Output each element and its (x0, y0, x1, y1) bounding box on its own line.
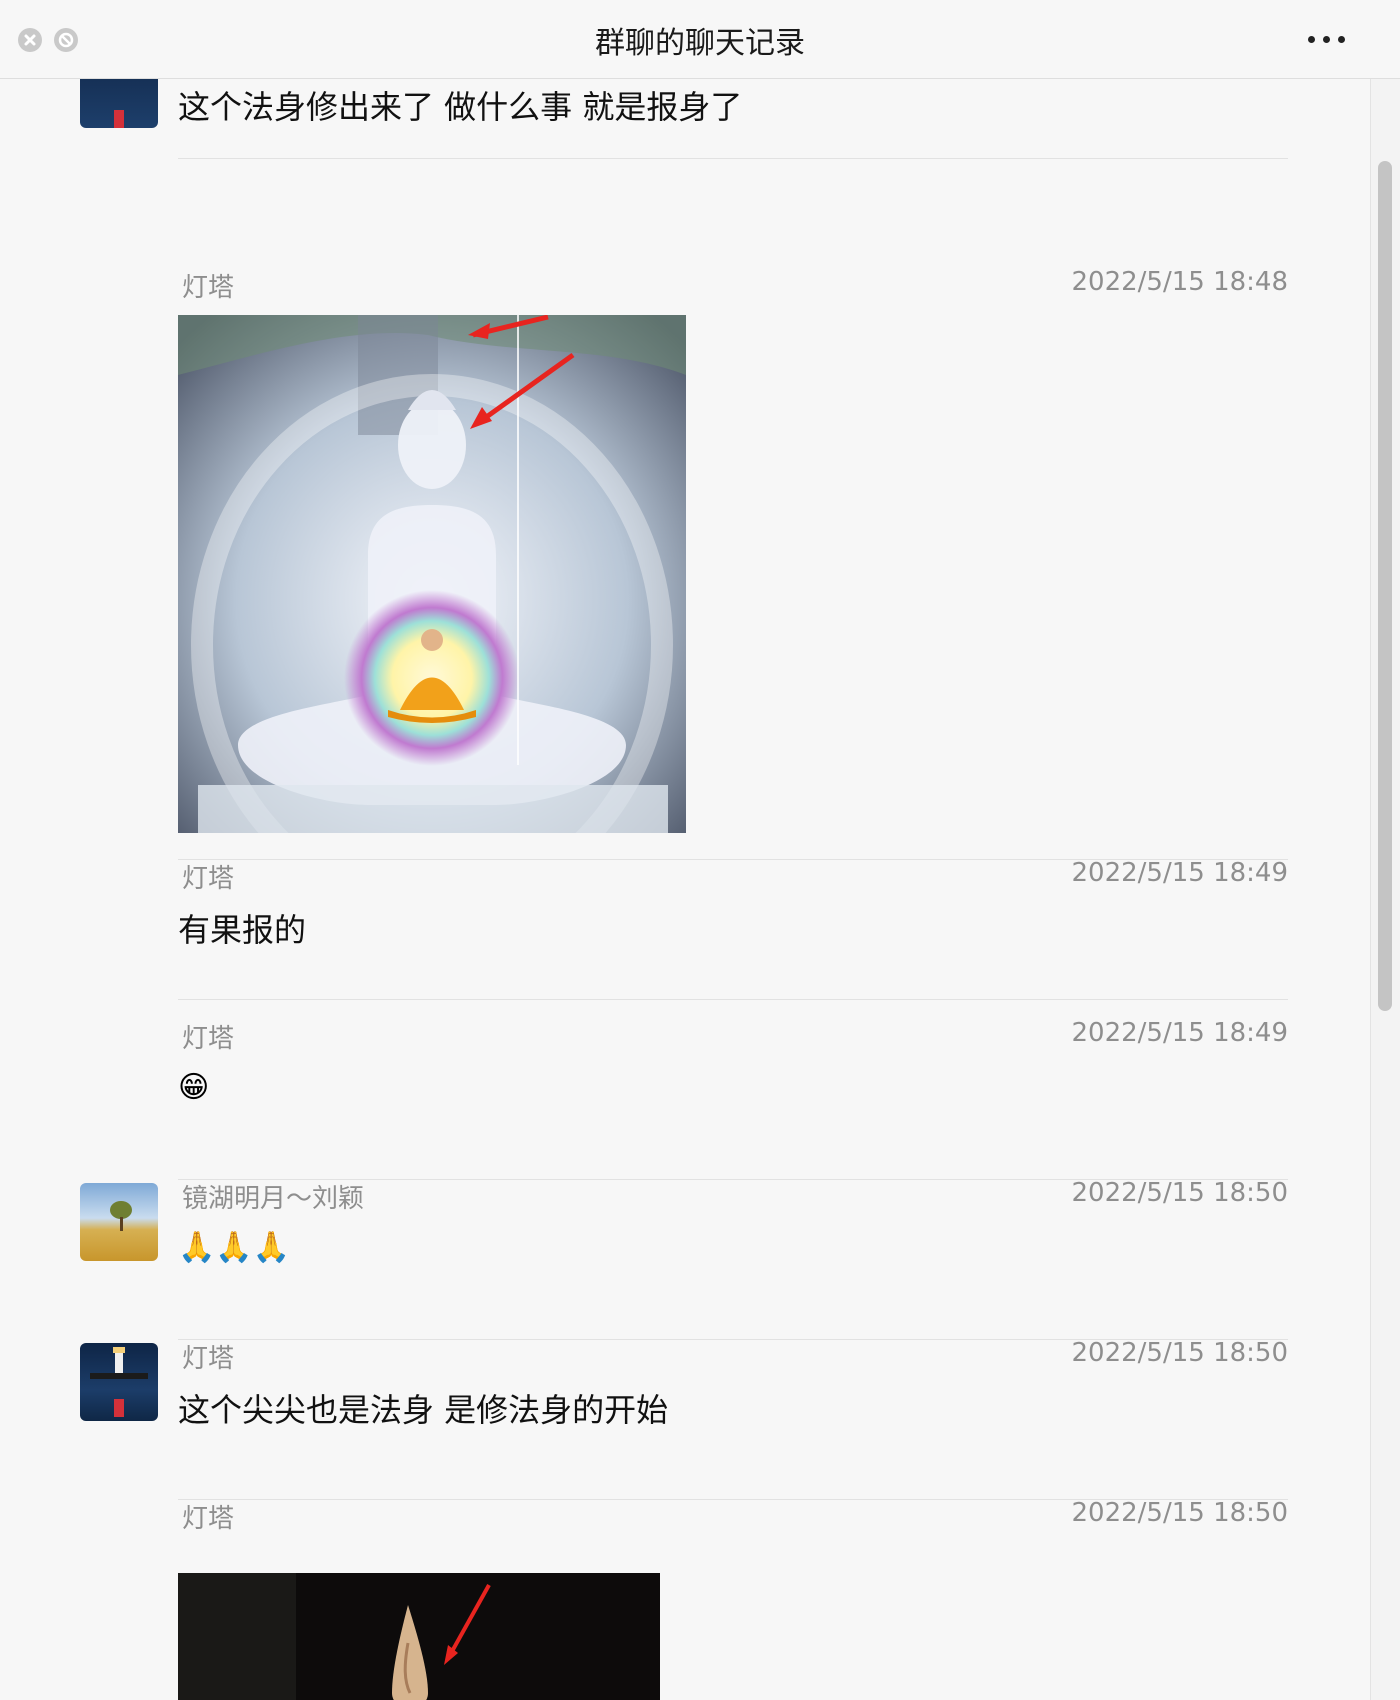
timestamp: 2022/5/15 18:50 (1071, 1178, 1288, 1208)
timestamp: 2022/5/15 18:50 (1071, 1338, 1288, 1368)
avatar[interactable] (80, 1343, 158, 1421)
chat-history-window: 群聊的聊天记录 这个法身修出来了 做什么事 就是报身了 灯塔 2022/5/15… (0, 0, 1400, 1700)
scrollbar-thumb[interactable] (1378, 161, 1392, 1011)
message-item: 灯塔 2022/5/15 18:49 😁 (0, 1018, 1370, 1180)
timestamp: 2022/5/15 18:50 (1071, 1498, 1288, 1528)
message-text: 这个法身修出来了 做什么事 就是报身了 (178, 88, 743, 126)
message-item: 灯塔 2022/5/15 18:48 (0, 159, 1370, 860)
message-emoji: 😁 (178, 1070, 210, 1105)
window-title: 群聊的聊天记录 (595, 26, 805, 61)
sender-name: 灯塔 (182, 273, 235, 303)
avatar[interactable] (80, 1183, 158, 1261)
divider (178, 999, 1288, 1000)
message-text: 这个尖尖也是法身 是修法身的开始 (178, 1391, 669, 1429)
timestamp: 2022/5/15 18:48 (1071, 267, 1288, 297)
message-item: 灯塔 2022/5/15 18:50 这个尖尖也是法身 是修法身的开始 (0, 1338, 1370, 1500)
message-list[interactable]: 这个法身修出来了 做什么事 就是报身了 灯塔 2022/5/15 18:48 灯… (0, 79, 1370, 1700)
avatar[interactable] (80, 79, 158, 128)
sender-name: 灯塔 (182, 1344, 235, 1374)
buddha-aura-image[interactable] (178, 315, 686, 833)
scrollbar-track[interactable] (1370, 79, 1400, 1700)
sender-name: 灯塔 (182, 864, 235, 894)
timestamp: 2022/5/15 18:49 (1071, 858, 1288, 888)
message-item: 镜湖明月～刘颖 2022/5/15 18:50 🙏🙏🙏 (0, 1178, 1370, 1340)
sender-name: 灯塔 (182, 1024, 235, 1054)
sender-name: 镜湖明月～刘颖 (182, 1184, 365, 1214)
timestamp: 2022/5/15 18:49 (1071, 1018, 1288, 1048)
title-bar: 群聊的聊天记录 (0, 0, 1400, 79)
message-item: 灯塔 2022/5/15 18:50 (0, 1498, 1370, 1700)
message-item: 灯塔 2022/5/15 18:49 有果报的 (0, 858, 1370, 1019)
sender-name: 灯塔 (182, 1504, 235, 1534)
statue-crown-image[interactable] (178, 1573, 660, 1700)
more-icon[interactable] (1308, 26, 1348, 52)
message-text: 有果报的 (178, 911, 307, 949)
message-emoji: 🙏🙏🙏 (178, 1230, 291, 1265)
